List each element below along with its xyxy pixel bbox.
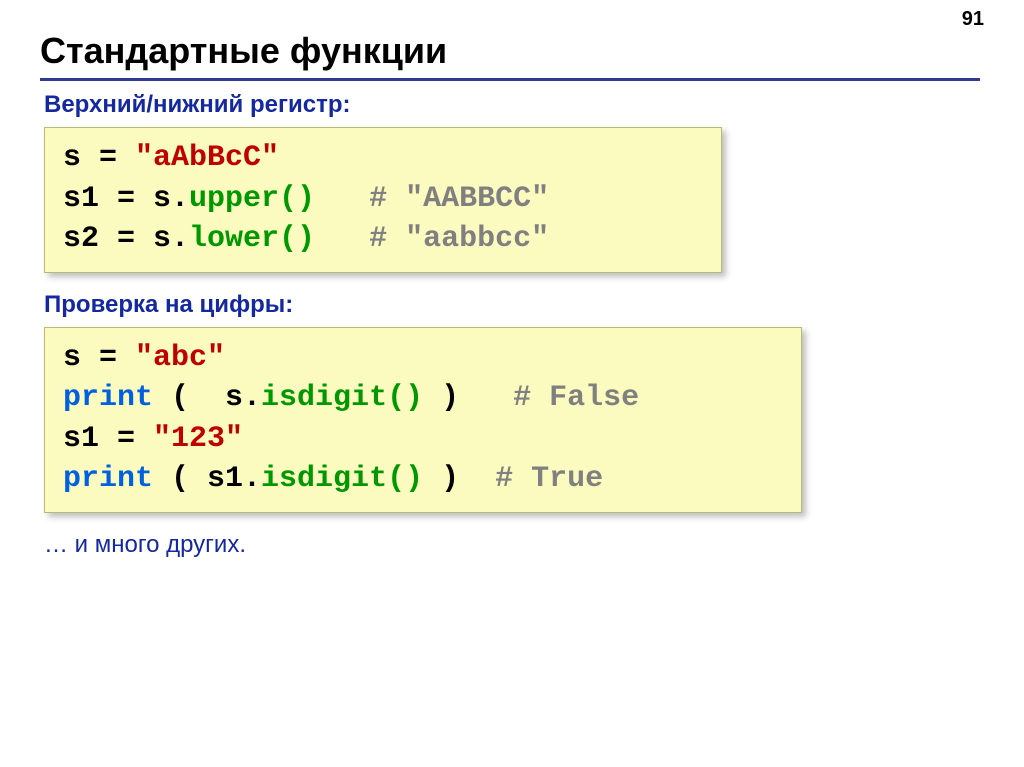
code-string: "123"	[153, 422, 243, 456]
code-block-case: s = "aAbBcC" s1 = s.upper() # "AABBCC" s…	[44, 127, 722, 273]
code-pad	[315, 182, 369, 216]
code-comment: # True	[495, 462, 603, 496]
section-label-case: Верхний/нижний регистр:	[44, 91, 984, 119]
code-string: "abc"	[135, 341, 225, 375]
code-text: s1 = s.	[63, 182, 189, 216]
code-text: )	[423, 381, 513, 415]
code-func: isdigit()	[261, 381, 423, 415]
code-text: s =	[63, 341, 135, 375]
code-string: "aAbBcC"	[135, 141, 279, 175]
page-title: Стандартные функции	[40, 30, 980, 81]
code-keyword: print	[63, 381, 153, 415]
code-func: upper()	[189, 182, 315, 216]
code-comment: # "AABBCC"	[369, 182, 549, 216]
page-number: 91	[962, 8, 984, 31]
code-text: s1 =	[63, 422, 153, 456]
code-text: s2 = s.	[63, 222, 189, 256]
code-func: lower()	[189, 222, 315, 256]
code-comment: # False	[513, 381, 639, 415]
code-text: s =	[63, 141, 135, 175]
code-text: ( s1.	[153, 462, 261, 496]
code-block-digits: s = "abc" print ( s.isdigit() ) # False …	[44, 327, 802, 513]
code-keyword: print	[63, 462, 153, 496]
code-text: ( s.	[153, 381, 261, 415]
code-comment: # "aabbcc"	[369, 222, 549, 256]
slide: 91 Стандартные функции Верхний/нижний ре…	[0, 0, 1024, 767]
code-pad	[315, 222, 369, 256]
section-label-digits: Проверка на цифры:	[44, 291, 984, 319]
trailer-text: … и много других.	[44, 531, 984, 559]
code-func: isdigit()	[261, 462, 423, 496]
code-text: )	[423, 462, 495, 496]
